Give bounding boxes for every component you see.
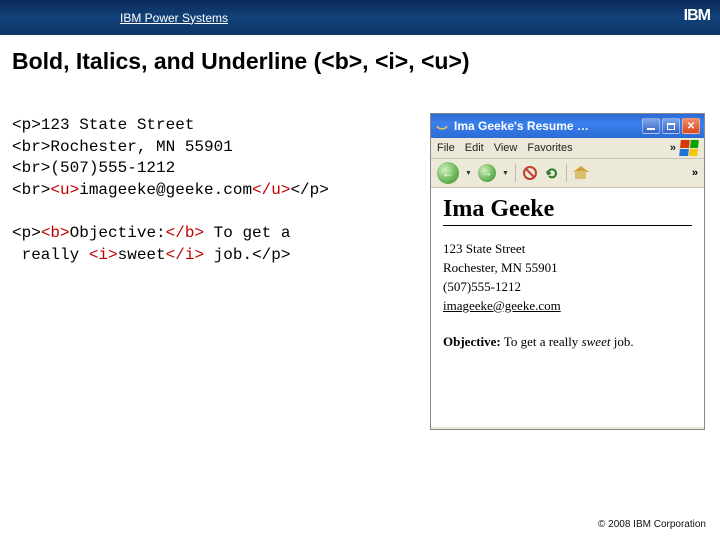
browser-toolbar: ▼ ▼ »: [431, 159, 704, 188]
contact-email: imageeke@geeke.com: [443, 297, 692, 316]
back-button[interactable]: [437, 162, 459, 184]
contact-city: Rochester, MN 55901: [443, 259, 692, 278]
resume-divider: [443, 225, 692, 226]
header-brand: IBM Power Systems: [120, 11, 228, 25]
toolbar-separator: [515, 164, 516, 182]
menu-edit[interactable]: Edit: [465, 142, 484, 154]
ie-icon: [435, 119, 449, 133]
refresh-icon[interactable]: [544, 165, 560, 181]
browser-menubar: File Edit View Favorites »: [431, 138, 704, 159]
stop-icon[interactable]: [522, 165, 538, 181]
windows-logo-icon: [679, 140, 699, 156]
toolbar-separator: [566, 164, 567, 182]
code-example: <p>123 State Street <br>Rochester, MN 55…: [12, 115, 329, 266]
toolbar-overflow[interactable]: »: [692, 167, 698, 179]
browser-titlebar[interactable]: Ima Geeke's Resume … ✕: [431, 114, 704, 138]
back-dropdown-icon[interactable]: ▼: [465, 170, 472, 177]
menu-file[interactable]: File: [437, 142, 455, 154]
ibm-logo: IBM: [684, 7, 710, 25]
home-icon[interactable]: [573, 165, 589, 181]
browser-content: Ima Geeke 123 State Street Rochester, MN…: [431, 188, 704, 427]
header-bar: IBM Power Systems IBM: [0, 0, 720, 35]
browser-title: Ima Geeke's Resume …: [454, 119, 642, 133]
menu-view[interactable]: View: [494, 142, 518, 154]
minimize-button[interactable]: [642, 118, 660, 134]
contact-phone: (507)555-1212: [443, 278, 692, 297]
menu-favorites[interactable]: Favorites: [527, 142, 572, 154]
forward-button[interactable]: [478, 164, 496, 182]
objective-paragraph: Objective: To get a really sweet job.: [443, 333, 692, 351]
close-button[interactable]: ✕: [682, 118, 700, 134]
resume-name-heading: Ima Geeke: [443, 196, 692, 223]
forward-dropdown-icon[interactable]: ▼: [502, 170, 509, 177]
slide-title: Bold, Italics, and Underline (<b>, <i>, …: [12, 48, 470, 75]
contact-street: 123 State Street: [443, 240, 692, 259]
browser-window: Ima Geeke's Resume … ✕ File Edit View Fa…: [430, 113, 705, 430]
objective-sweet: sweet: [582, 334, 611, 349]
copyright-footer: © 2008 IBM Corporation: [598, 519, 706, 530]
menu-overflow[interactable]: »: [670, 142, 676, 154]
objective-label: Objective:: [443, 334, 501, 349]
contact-block: 123 State Street Rochester, MN 55901 (50…: [443, 240, 692, 315]
maximize-button[interactable]: [662, 118, 680, 134]
